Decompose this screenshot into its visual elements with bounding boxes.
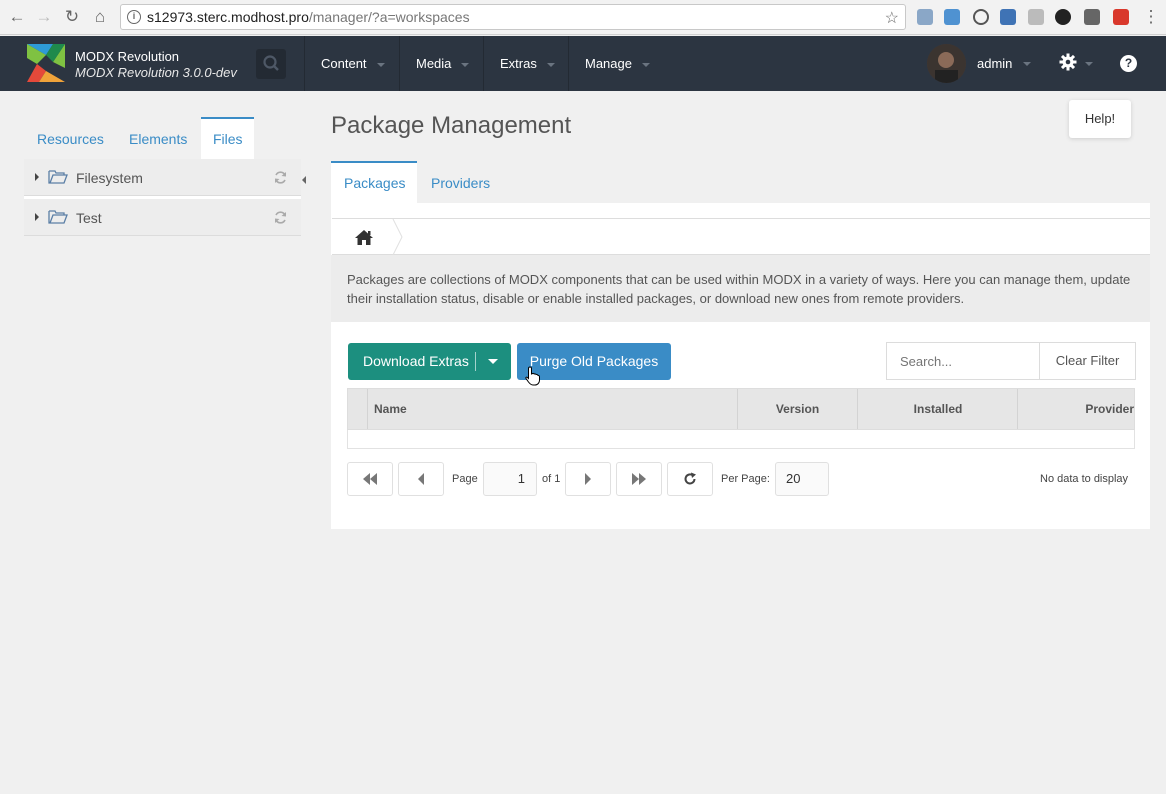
first-page-button[interactable] bbox=[347, 462, 393, 496]
page-number-input[interactable]: 1 bbox=[483, 462, 537, 496]
left-icon bbox=[418, 473, 424, 485]
menu-dots-icon[interactable]: ⋮ bbox=[1141, 7, 1161, 27]
modx-logo-icon[interactable] bbox=[27, 44, 65, 82]
split-divider bbox=[475, 352, 476, 371]
chevron-down-icon bbox=[546, 62, 555, 67]
tab-providers[interactable]: Providers bbox=[418, 161, 503, 204]
column-version[interactable]: Version bbox=[737, 389, 857, 429]
tree-item-label: Filesystem bbox=[76, 170, 143, 186]
browser-toolbar: ← → ↻ ⌂ i s12973.sterc.modhost.pro/manag… bbox=[0, 0, 1166, 35]
tree-item-filesystem[interactable]: Filesystem bbox=[24, 159, 301, 196]
page-title: Package Management bbox=[331, 112, 572, 139]
grid-body bbox=[347, 430, 1135, 449]
refresh-grid-button[interactable] bbox=[667, 462, 713, 496]
bird-extension-icon[interactable] bbox=[944, 9, 960, 25]
prev-page-button[interactable] bbox=[398, 462, 444, 496]
chevron-down-icon bbox=[461, 62, 470, 67]
page-label: Page bbox=[452, 473, 478, 485]
tab-files[interactable]: Files bbox=[201, 117, 254, 159]
address-bar[interactable]: i s12973.sterc.modhost.pro/manager/?a=wo… bbox=[120, 4, 906, 30]
chevron-down-icon bbox=[1085, 62, 1093, 66]
breadcrumb bbox=[332, 218, 1150, 255]
gray-extension-icon[interactable] bbox=[1028, 9, 1044, 25]
tab-resources[interactable]: Resources bbox=[25, 117, 116, 159]
brand-version: MODX Revolution 3.0.0-dev bbox=[75, 65, 237, 80]
bookmark-star-icon[interactable]: ☆ bbox=[885, 8, 899, 28]
packages-panel: Packages are collections of MODX compone… bbox=[331, 203, 1150, 529]
per-page-input[interactable]: 20 bbox=[775, 462, 829, 496]
folder-open-icon bbox=[48, 170, 68, 184]
column-provider[interactable]: Provider bbox=[1017, 389, 1134, 429]
red-extension-icon[interactable] bbox=[1113, 9, 1129, 25]
chevron-down-icon bbox=[376, 62, 385, 67]
per-page-label: Per Page: bbox=[721, 473, 770, 485]
refresh-icon[interactable] bbox=[273, 210, 288, 225]
page-total-label: of 1 bbox=[542, 473, 561, 485]
description-text: Packages are collections of MODX compone… bbox=[347, 272, 1131, 306]
header-search-button[interactable] bbox=[256, 49, 286, 79]
description-box: Packages are collections of MODX compone… bbox=[331, 255, 1150, 322]
empty-grid-message: No data to display bbox=[1040, 473, 1129, 485]
refresh-icon[interactable] bbox=[273, 170, 288, 185]
tab-packages[interactable]: Packages bbox=[331, 161, 417, 204]
app-header: MODX Revolution MODX Revolution 3.0.0-de… bbox=[0, 36, 1166, 91]
user-name[interactable]: admin bbox=[977, 56, 1012, 71]
clear-filter-button[interactable]: Clear Filter bbox=[1039, 342, 1136, 380]
home-icon[interactable]: ⌂ bbox=[90, 7, 110, 27]
tree-item-label: Test bbox=[76, 210, 102, 226]
tree-item-test[interactable]: Test bbox=[24, 199, 301, 236]
blue-extension-icon[interactable] bbox=[1000, 9, 1016, 25]
info-icon[interactable]: i bbox=[127, 10, 141, 24]
chevron-down-icon[interactable] bbox=[488, 359, 498, 364]
gear-icon[interactable] bbox=[1058, 52, 1078, 72]
double-right-icon bbox=[632, 473, 646, 485]
nav-content[interactable]: Content bbox=[304, 36, 399, 91]
search-input[interactable] bbox=[886, 342, 1040, 380]
home-icon[interactable] bbox=[354, 228, 374, 246]
nav-manage[interactable]: Manage bbox=[568, 36, 660, 91]
mail-extension-icon[interactable] bbox=[917, 9, 933, 25]
info-extension-icon[interactable] bbox=[973, 9, 989, 25]
breadcrumb-separator-icon bbox=[392, 219, 403, 255]
refresh-icon bbox=[684, 472, 696, 485]
chevron-down-icon bbox=[1023, 62, 1031, 66]
avatar[interactable] bbox=[927, 44, 966, 83]
shield-extension-icon[interactable] bbox=[1084, 9, 1100, 25]
search-icon bbox=[263, 55, 279, 71]
caret-right-icon[interactable] bbox=[35, 173, 39, 181]
brand-name: MODX Revolution bbox=[75, 49, 180, 64]
column-installed[interactable]: Installed bbox=[857, 389, 1018, 429]
back-icon[interactable]: ← bbox=[7, 7, 27, 27]
file-tree: Filesystem Test bbox=[24, 159, 301, 236]
last-page-button[interactable] bbox=[616, 462, 662, 496]
tab-elements[interactable]: Elements bbox=[117, 117, 199, 159]
circle-extension-icon[interactable] bbox=[1055, 9, 1071, 25]
next-page-button[interactable] bbox=[565, 462, 611, 496]
help-icon[interactable]: ? bbox=[1120, 55, 1137, 72]
folder-open-icon bbox=[48, 210, 68, 224]
reload-icon[interactable]: ↻ bbox=[62, 7, 82, 27]
grid-header: Name Version Installed Provider bbox=[347, 388, 1135, 430]
download-extras-label: Download Extras bbox=[363, 353, 469, 369]
chevron-down-icon bbox=[641, 62, 650, 67]
download-extras-button[interactable]: Download Extras bbox=[348, 343, 511, 380]
forward-icon[interactable]: → bbox=[34, 7, 54, 27]
help-button[interactable]: Help! bbox=[1069, 100, 1131, 138]
right-icon bbox=[585, 473, 591, 485]
hand-pointer-icon bbox=[525, 366, 540, 386]
url-text: s12973.sterc.modhost.pro/manager/?a=work… bbox=[147, 9, 470, 25]
double-left-icon bbox=[363, 473, 377, 485]
column-name[interactable]: Name bbox=[367, 389, 738, 429]
nav-extras[interactable]: Extras bbox=[483, 36, 568, 91]
caret-right-icon[interactable] bbox=[35, 213, 39, 221]
collapse-panel-icon[interactable] bbox=[302, 176, 306, 184]
nav-media[interactable]: Media bbox=[399, 36, 483, 91]
